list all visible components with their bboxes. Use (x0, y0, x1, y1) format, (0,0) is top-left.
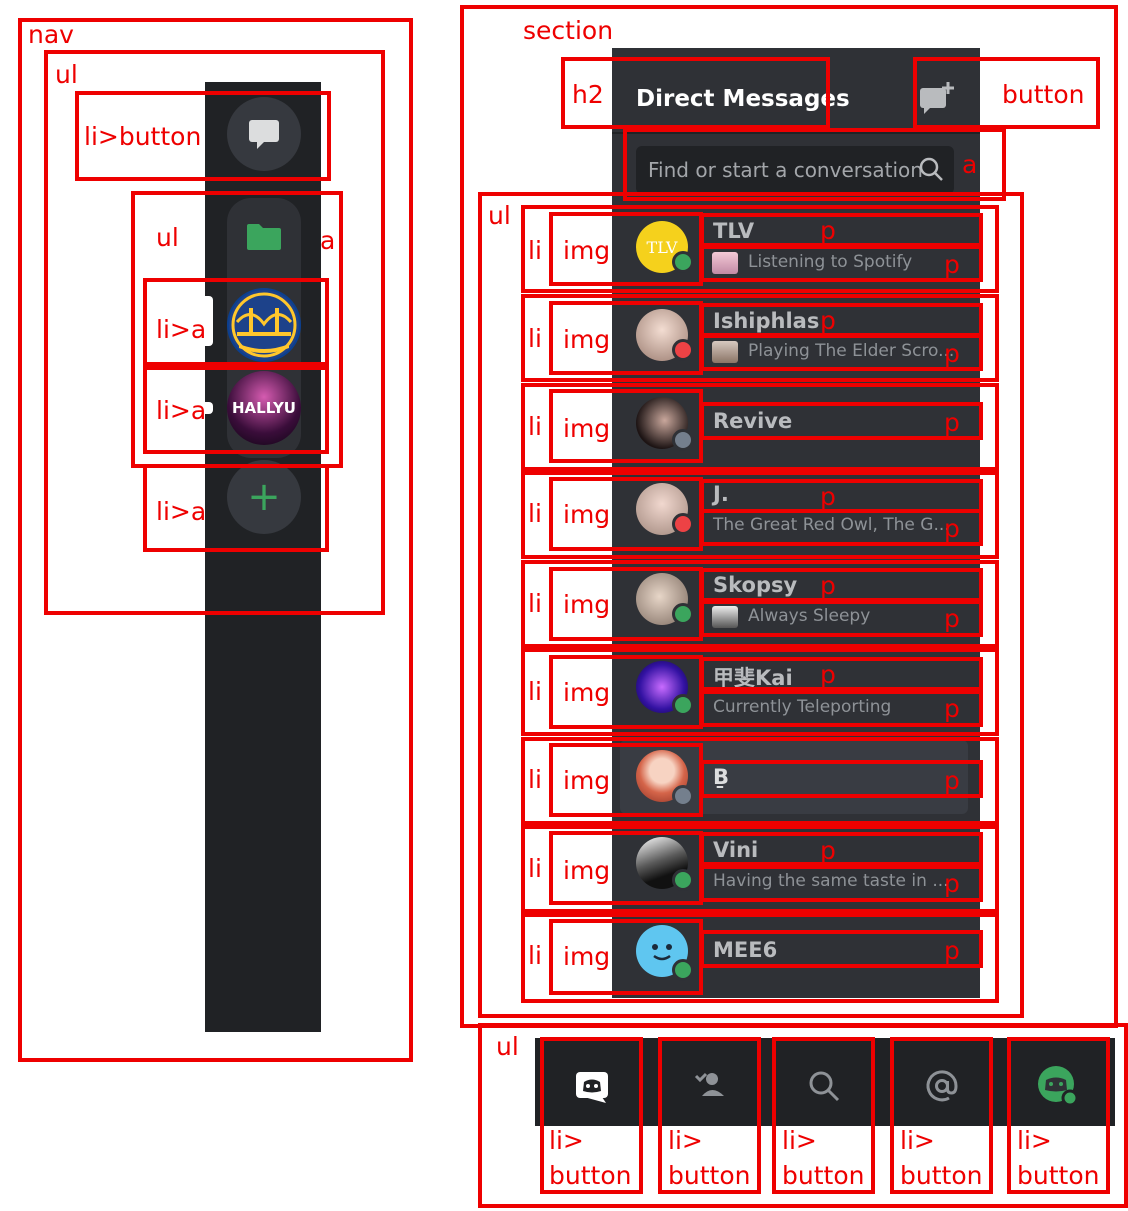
annotation-label: img (563, 590, 611, 619)
annotation-label: li (528, 236, 542, 265)
annotation-label: p (820, 660, 836, 689)
annotation-label: li> (549, 1126, 584, 1155)
annotation-label: p (944, 408, 960, 437)
annotation-label: li (528, 854, 542, 883)
annotation-box-p (700, 600, 983, 637)
annotation-label: li> (668, 1126, 703, 1155)
annotation-label: li>button (84, 122, 202, 151)
annotation-label: img (563, 766, 611, 795)
annotation-label: p (820, 836, 836, 865)
annotation-label: p (944, 869, 960, 898)
annotation-label: p (944, 514, 960, 543)
annotation-label: li>a (156, 396, 207, 425)
annotation-box-p (700, 832, 983, 866)
annotation-label: li> (782, 1126, 817, 1155)
annotation-label: li (528, 412, 542, 441)
annotation-label: li (528, 941, 542, 970)
annotation-label: button (668, 1161, 751, 1190)
annotation-box-p (700, 479, 983, 513)
annotation-label: li (528, 677, 542, 706)
annotation-box-p (700, 303, 983, 337)
annotation-label: li (528, 589, 542, 618)
annotation-label: p (944, 250, 960, 279)
annotation-label: p (944, 604, 960, 633)
annotation-label: li>a (156, 497, 207, 526)
annotation-label: img (563, 856, 611, 885)
annotation-label: p (820, 571, 836, 600)
annotation-box-p (700, 690, 983, 727)
annotation-label: button (549, 1161, 632, 1190)
annotation-box-p (700, 930, 983, 968)
annotation-label: a (320, 226, 336, 255)
annotation-label: h2 (572, 80, 604, 109)
annotation-box-p (700, 213, 983, 247)
annotation-label: li (528, 765, 542, 794)
annotation-box-p (700, 509, 983, 546)
annotation-label: img (563, 414, 611, 443)
annotation-label: button (1002, 80, 1085, 109)
annotation-box-p (700, 865, 983, 902)
annotation-box-p (700, 760, 983, 798)
annotation-label: img (563, 325, 611, 354)
annotation-label: img (563, 678, 611, 707)
annotation-label: p (944, 936, 960, 965)
annotation-label: p (944, 766, 960, 795)
annotation-box-p (700, 245, 983, 282)
annotation-label: button (900, 1161, 983, 1190)
annotation-label: ul (156, 223, 179, 252)
annotation-label: p (820, 306, 836, 335)
annotation-label: img (563, 942, 611, 971)
annotation-box-p (700, 334, 983, 371)
annotation-label: section (523, 16, 614, 45)
annotation-label: li (528, 499, 542, 528)
annotation-label: ul (55, 60, 78, 89)
annotation-label: p (820, 482, 836, 511)
annotation-label: li> (900, 1126, 935, 1155)
annotation-label: p (944, 694, 960, 723)
annotation-label: li (528, 324, 542, 353)
annotation-box-p (700, 657, 983, 691)
annotation-label: li>a (156, 315, 207, 344)
annotation-label: ul (488, 201, 511, 230)
annotation-label: ul (496, 1032, 519, 1061)
annotation-label: img (563, 236, 611, 265)
annotation-label: button (782, 1161, 865, 1190)
annotation-label: img (563, 500, 611, 529)
annotation-box-a (623, 128, 1006, 201)
annotation-label: li> (1017, 1126, 1052, 1155)
annotation-label: p (944, 339, 960, 368)
annotation-label: p (820, 216, 836, 245)
annotation-label: a (962, 150, 978, 179)
annotation-box-p (700, 402, 983, 440)
annotation-label: button (1017, 1161, 1100, 1190)
annotation-box-p (700, 568, 983, 602)
annotation-label: nav (28, 20, 74, 49)
